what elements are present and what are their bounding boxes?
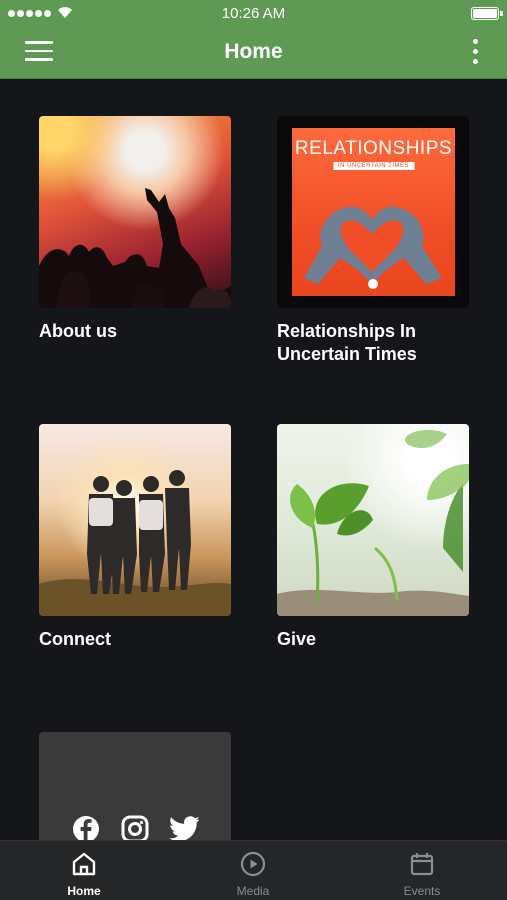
book-cover: RELATIONSHIPS IN UNCERTAIN TIMES: [292, 128, 455, 296]
tab-events[interactable]: Events: [362, 841, 482, 900]
tab-label: Events: [403, 884, 441, 898]
status-time: 10:26 AM: [221, 5, 286, 22]
tab-label: Home: [67, 884, 101, 898]
relationships-book-cover-image: RELATIONSHIPS IN UNCERTAIN TIMES: [277, 116, 469, 308]
tile-label: About us: [39, 321, 117, 341]
page-title: Home: [224, 40, 283, 63]
book-cover-title: RELATIONSHIPS: [294, 138, 453, 159]
home-grid: About us RELATIONSHIPS IN UNCERTAIN TIME…: [0, 80, 507, 840]
tab-home[interactable]: Home: [24, 841, 144, 900]
status-bar: 10:26 AM: [0, 0, 507, 27]
vertical-ellipsis-icon[interactable]: [473, 39, 479, 67]
friends-sunset-image: [39, 424, 231, 616]
play-circle-icon: [240, 851, 266, 877]
tile-label: Give: [277, 629, 317, 649]
app-header: Home: [0, 27, 507, 79]
bottom-tab-bar: Home Media Events: [0, 840, 507, 900]
tab-media[interactable]: Media: [193, 841, 313, 900]
tab-label: Media: [236, 884, 270, 898]
green-sprouts-image: [277, 424, 469, 616]
tile-give[interactable]: Give: [277, 424, 477, 651]
social-icons: [71, 814, 199, 840]
calendar-icon: [410, 853, 434, 876]
tile-relationships[interactable]: RELATIONSHIPS IN UNCERTAIN TIMES Relatio…: [277, 116, 477, 366]
tile-label: Connect: [39, 629, 111, 649]
facebook-icon[interactable]: [71, 814, 101, 840]
home-icon: [72, 852, 96, 876]
twitter-icon[interactable]: [169, 814, 199, 840]
instagram-icon[interactable]: [120, 814, 150, 840]
battery-icon: [471, 7, 503, 20]
tile-about-us[interactable]: About us: [39, 116, 239, 343]
tile-label: Relationships In Uncertain Times: [277, 321, 417, 364]
concert-crowd-image: [39, 116, 231, 308]
tile-connect[interactable]: Connect: [39, 424, 239, 651]
social-links-tile: [39, 732, 231, 840]
